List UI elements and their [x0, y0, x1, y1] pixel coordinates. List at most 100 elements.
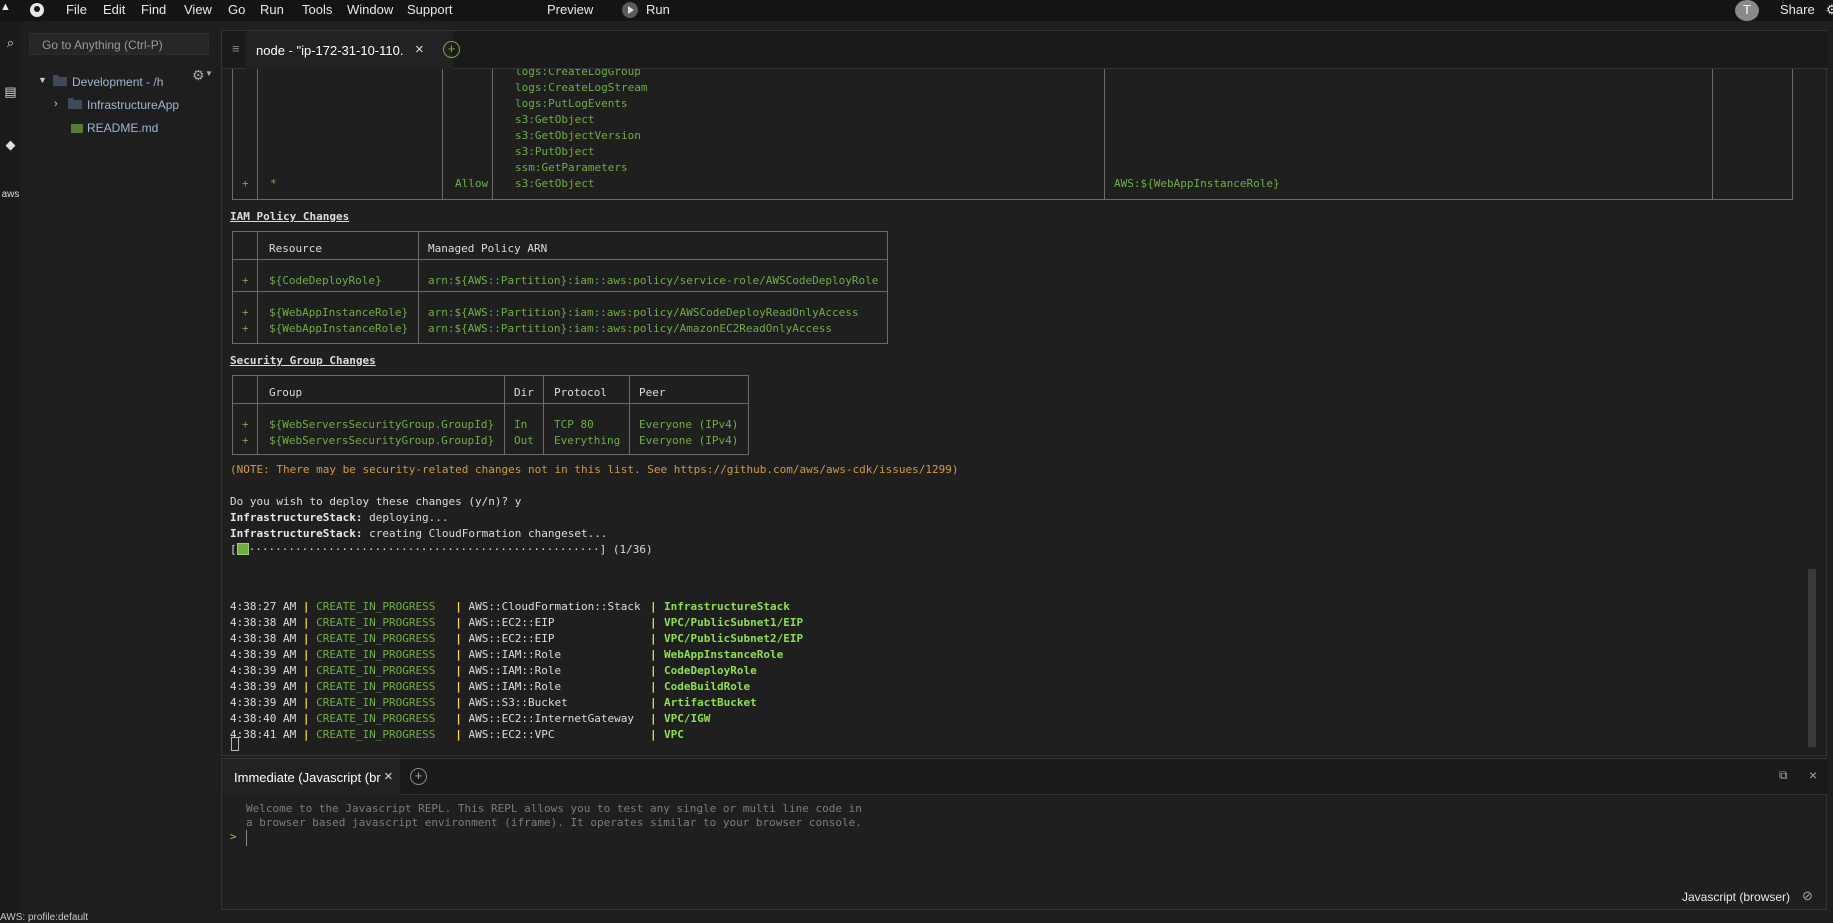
event-type: AWS::CloudFormation::Stack	[468, 600, 641, 613]
plus-marker: +	[242, 418, 249, 431]
avatar[interactable]: T	[1735, 0, 1759, 21]
separator: |	[296, 664, 317, 677]
file-tree-panel: Go to Anything (Ctrl-P) ⚙ ▼ ▼ Developmen…	[21, 21, 220, 921]
sg-dir: In	[514, 418, 528, 431]
menu-edit[interactable]: Edit	[103, 2, 125, 17]
disable-icon[interactable]: ⊘	[1802, 888, 1813, 904]
separator: |	[650, 600, 664, 613]
status-text: deploying...	[362, 511, 449, 524]
files-icon[interactable]: ▤	[0, 84, 21, 100]
chevron-down-icon[interactable]: ▼	[38, 75, 47, 85]
iam-action: ssm:GetParameters	[515, 161, 628, 174]
aws-icon[interactable]: aws	[0, 189, 21, 200]
close-panel-icon[interactable]: ×	[1809, 767, 1817, 783]
menu-tools[interactable]: Tools	[302, 2, 332, 17]
preview-button[interactable]: Preview	[547, 2, 593, 17]
menu-find[interactable]: Find	[141, 2, 166, 17]
popout-icon[interactable]: ⧉	[1779, 768, 1788, 783]
separator: |	[296, 648, 317, 661]
run-button[interactable]: Run	[646, 2, 670, 17]
table-divider	[629, 375, 630, 455]
search-icon[interactable]: ⌕	[0, 35, 21, 51]
event-logical-id: VPC/PublicSubnet2/EIP	[664, 632, 804, 645]
close-icon[interactable]: ×	[415, 41, 424, 58]
hamburger-icon[interactable]: ≡	[232, 41, 240, 56]
separator: |	[435, 632, 469, 645]
run-icon[interactable]	[621, 1, 639, 22]
separator: |	[296, 712, 317, 725]
progress-fill	[236, 543, 249, 555]
separator: |	[296, 632, 317, 645]
sg-peer: Everyone (IPv4)	[639, 434, 739, 447]
policy-resource: ${WebAppInstanceRole}	[269, 322, 409, 335]
separator: |	[296, 616, 317, 629]
goto-anything-input[interactable]: Go to Anything (Ctrl-P)	[29, 33, 209, 55]
event-status: CREATE_IN_PROGRESS	[316, 728, 436, 741]
tree-item-infrastructureapp[interactable]: InfrastructureApp	[87, 98, 179, 112]
plus-marker: +	[242, 177, 249, 190]
security-note: (NOTE: There may be security-related cha…	[230, 463, 959, 476]
tab-title: Immediate (Javascript (br	[234, 770, 381, 785]
event-status: CREATE_IN_PROGRESS	[316, 616, 436, 629]
column-header: Managed Policy ARN	[428, 242, 548, 255]
workspace-root[interactable]: Development - /h	[72, 75, 163, 89]
event-logical-id: CodeDeployRole	[664, 664, 757, 677]
table-divider	[257, 375, 258, 455]
folder-icon	[68, 97, 82, 112]
add-tab-icon[interactable]: +	[443, 41, 460, 58]
progress-bar: [·······································…	[230, 542, 653, 558]
chevron-right-icon[interactable]: ›	[54, 98, 58, 110]
settings-icon[interactable]: ⚙	[1826, 2, 1833, 18]
progress-bracket: [	[230, 543, 237, 556]
table-divider	[257, 231, 258, 344]
terminal-pane: ≡ node - "ip-172-31-10-110. × + logs:Cre…	[221, 30, 1828, 756]
aws-profile-status[interactable]: AWS: profile:default	[0, 912, 88, 923]
menu-file[interactable]: File	[66, 2, 87, 17]
event-row: 4:38:27 AM | CREATE_IN_PROGRESS | AWS::C…	[230, 599, 790, 615]
scrollbar-thumb[interactable]	[1808, 569, 1816, 747]
sg-dir: Out	[514, 434, 534, 447]
gear-icon[interactable]: ⚙	[192, 67, 205, 84]
table-divider	[418, 231, 419, 344]
sg-protocol: Everything	[554, 434, 621, 447]
chevron-down-icon[interactable]: ▼	[205, 69, 213, 78]
separator: |	[296, 728, 317, 741]
separator: |	[650, 648, 664, 661]
tree-item-readme[interactable]: README.md	[87, 121, 158, 135]
iam-action: logs:CreateLogStream	[515, 81, 648, 94]
event-status: CREATE_IN_PROGRESS	[316, 600, 436, 613]
immediate-console: Immediate (Javascript (br × + ⧉ × Welcom…	[221, 758, 1828, 910]
separator: |	[650, 680, 664, 693]
menu-go[interactable]: Go	[228, 2, 245, 17]
iam-action: logs:CreateLogGroup	[515, 69, 641, 78]
menu-window[interactable]: Window	[347, 2, 393, 17]
column-header: Group	[269, 386, 303, 399]
event-logical-id: CodeBuildRole	[664, 680, 751, 693]
iam-action: s3:GetObject	[515, 177, 595, 190]
table-divider	[257, 69, 258, 200]
add-tab-icon[interactable]: +	[410, 768, 427, 785]
cloud9-logo-icon[interactable]	[28, 0, 46, 21]
git-icon[interactable]: ◆	[0, 137, 21, 153]
language-mode[interactable]: Javascript (browser)	[1682, 890, 1790, 904]
chevron-up-icon[interactable]: ▲	[0, 1, 11, 13]
repl-input[interactable]	[246, 830, 1816, 846]
scrollbar[interactable]	[1808, 69, 1816, 755]
share-button[interactable]: Share	[1780, 2, 1815, 17]
repl-welcome: Welcome to the Javascript REPL. This REP…	[246, 802, 862, 815]
iam-action: s3:GetObjectVersion	[515, 129, 641, 142]
event-logical-id: InfrastructureStack	[664, 600, 790, 613]
close-icon[interactable]: ×	[384, 768, 393, 785]
separator: |	[435, 648, 469, 661]
menu-view[interactable]: View	[184, 2, 212, 17]
menu-run[interactable]: Run	[260, 2, 284, 17]
menu-support[interactable]: Support	[407, 2, 453, 17]
terminal-output[interactable]: logs:CreateLogGroup logs:CreateLogStream…	[230, 69, 1800, 755]
policy-resource: ${CodeDeployRole}	[269, 274, 382, 287]
separator: |	[435, 712, 469, 725]
tab-immediate[interactable]: Immediate (Javascript (br	[222, 759, 400, 795]
left-rail: ⌕ ▤ ◆ aws	[0, 21, 21, 921]
console-tab-bar: Immediate (Javascript (br × + ⧉ ×	[222, 759, 1828, 795]
event-row: 4:38:41 AM | CREATE_IN_PROGRESS | AWS::E…	[230, 727, 684, 743]
event-type: AWS::EC2::InternetGateway	[468, 712, 635, 725]
